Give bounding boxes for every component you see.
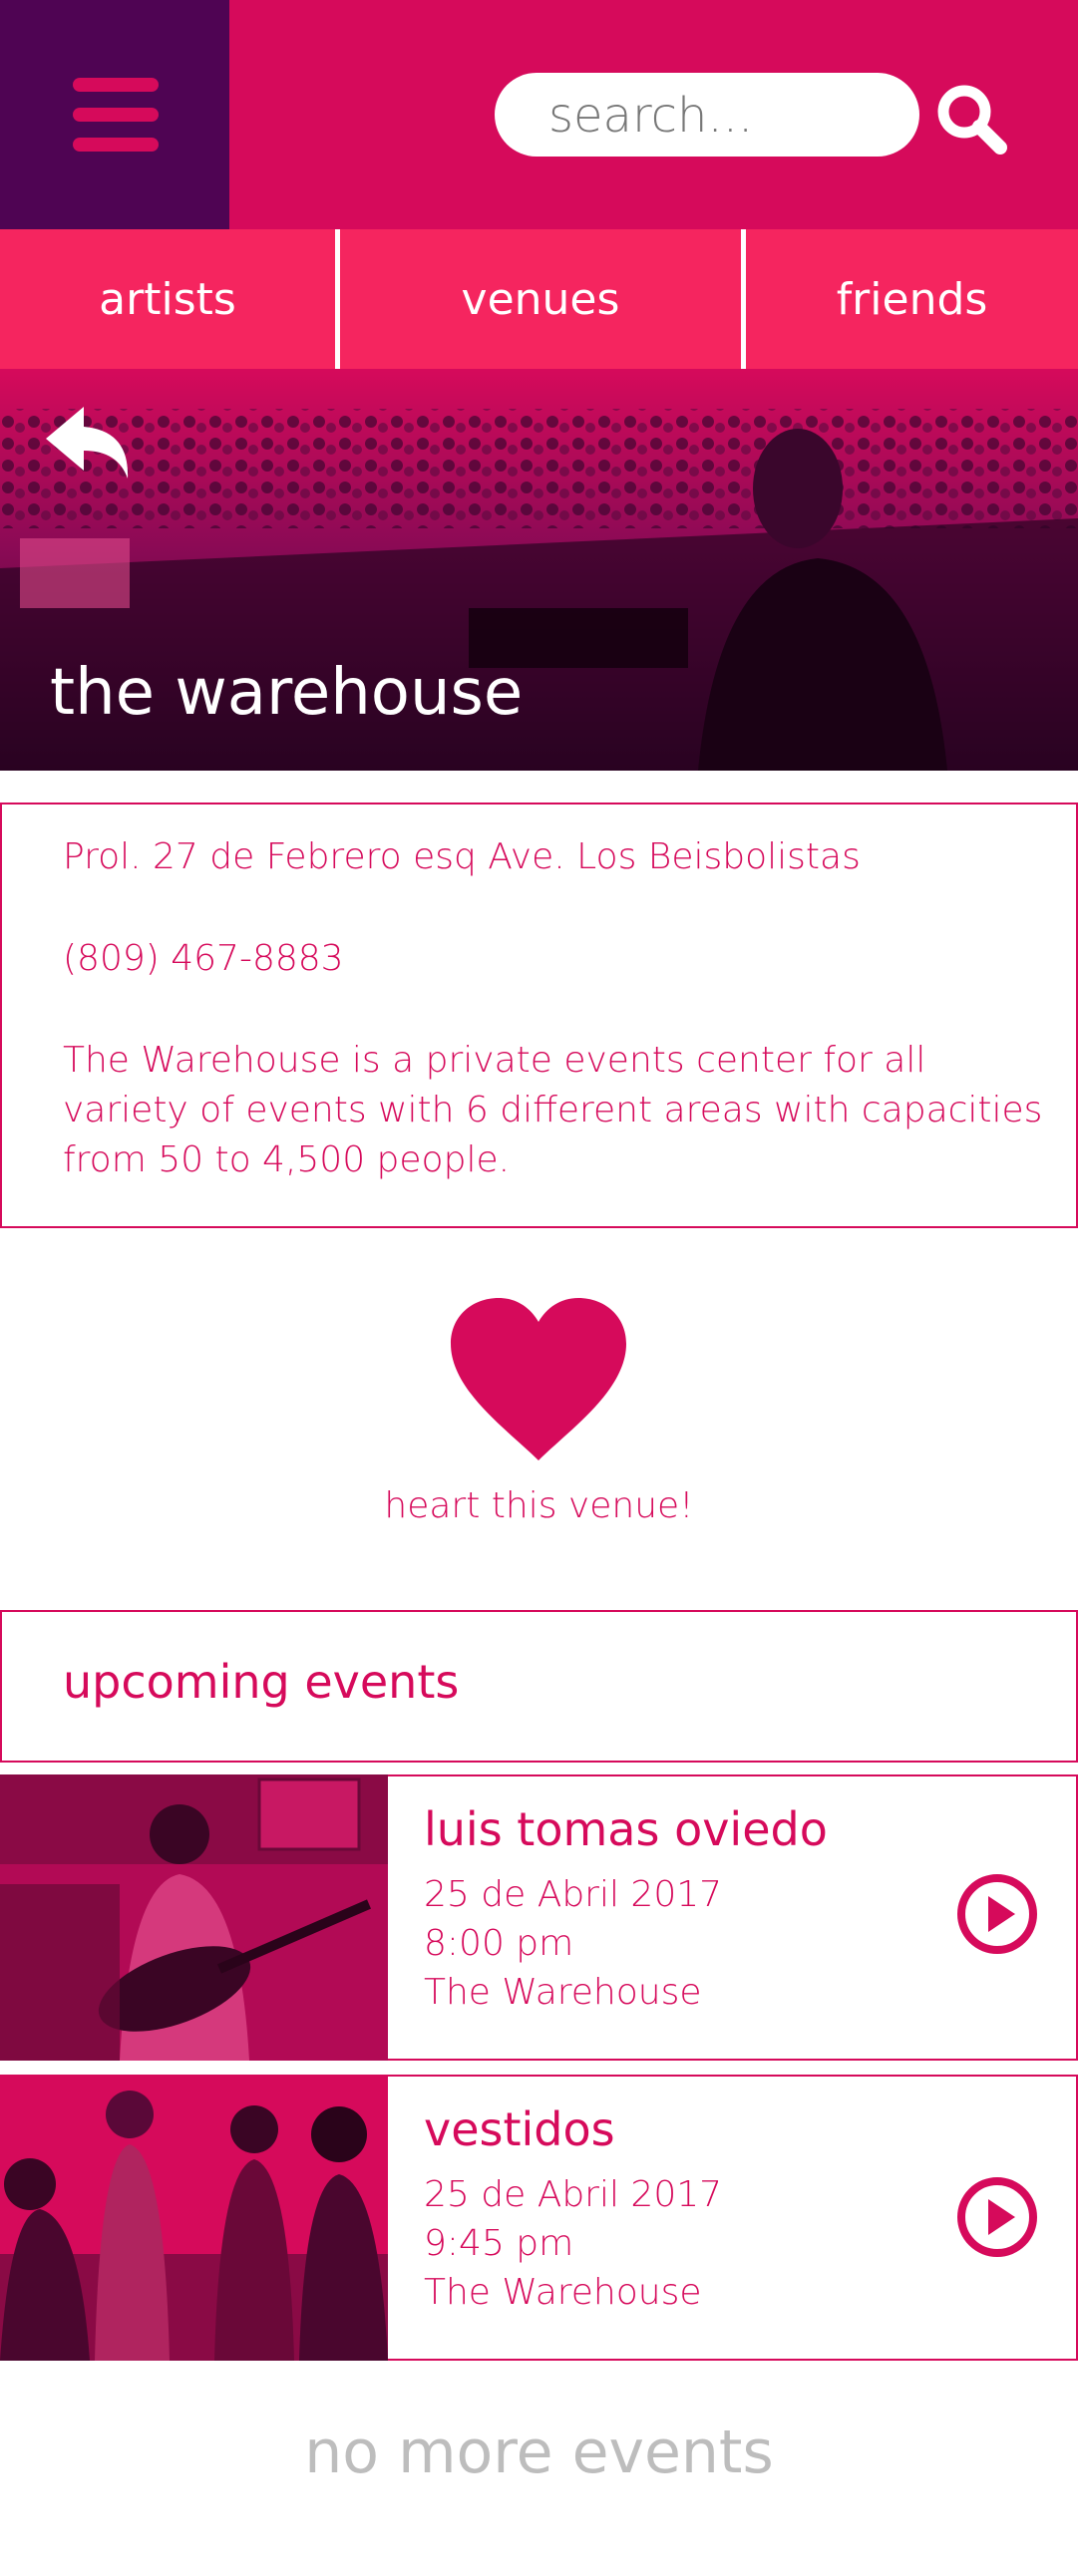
search-button[interactable] xyxy=(932,80,1012,160)
heart-icon xyxy=(451,1298,626,1460)
tab-venues[interactable]: venues xyxy=(340,229,741,369)
play-button[interactable] xyxy=(957,1874,1037,1954)
search-input[interactable] xyxy=(546,73,899,159)
venue-phone[interactable]: (809) 467-8883 xyxy=(63,934,344,984)
play-icon xyxy=(957,2177,1037,2257)
heart-venue-label[interactable]: heart this venue! xyxy=(0,1485,1078,1526)
event-date: 25 de Abril 2017 xyxy=(424,1874,723,1915)
tab-artists[interactable]: artists xyxy=(0,229,335,369)
venue-description-line: from 50 to 4,500 people. xyxy=(63,1139,511,1180)
back-arrow-icon xyxy=(46,407,129,479)
tab-friends[interactable]: friends xyxy=(746,229,1078,369)
menu-button[interactable] xyxy=(0,0,229,229)
event-image xyxy=(0,2075,388,2361)
event-date: 25 de Abril 2017 xyxy=(424,2174,723,2215)
event-venue: The Warehouse xyxy=(424,1972,702,2013)
search-icon xyxy=(937,85,1007,155)
play-button[interactable] xyxy=(957,2177,1037,2257)
event-time: 9:45 pm xyxy=(424,2223,574,2264)
event-venue: The Warehouse xyxy=(424,2272,702,2313)
venue-address: Prol. 27 de Febrero esq Ave. Los Beisbol… xyxy=(63,836,861,877)
event-name[interactable]: vestidos xyxy=(424,2102,615,2156)
search-box xyxy=(495,73,919,159)
no-more-events-label: no more events xyxy=(304,2417,774,2487)
upcoming-events-title: upcoming events xyxy=(63,1655,460,1709)
heart-venue-button[interactable] xyxy=(449,1296,628,1465)
event-image xyxy=(0,1774,388,2061)
event-time: 8:00 pm xyxy=(424,1923,574,1964)
venue-description-line: The Warehouse is a private events center… xyxy=(63,1040,926,1081)
venue-title: the warehouse xyxy=(50,656,524,730)
venue-description-line: variety of events with 6 different areas… xyxy=(63,1090,1043,1130)
event-name[interactable]: luis tomas oviedo xyxy=(424,1802,828,1856)
play-icon xyxy=(957,1874,1037,1954)
back-button[interactable] xyxy=(38,399,138,488)
